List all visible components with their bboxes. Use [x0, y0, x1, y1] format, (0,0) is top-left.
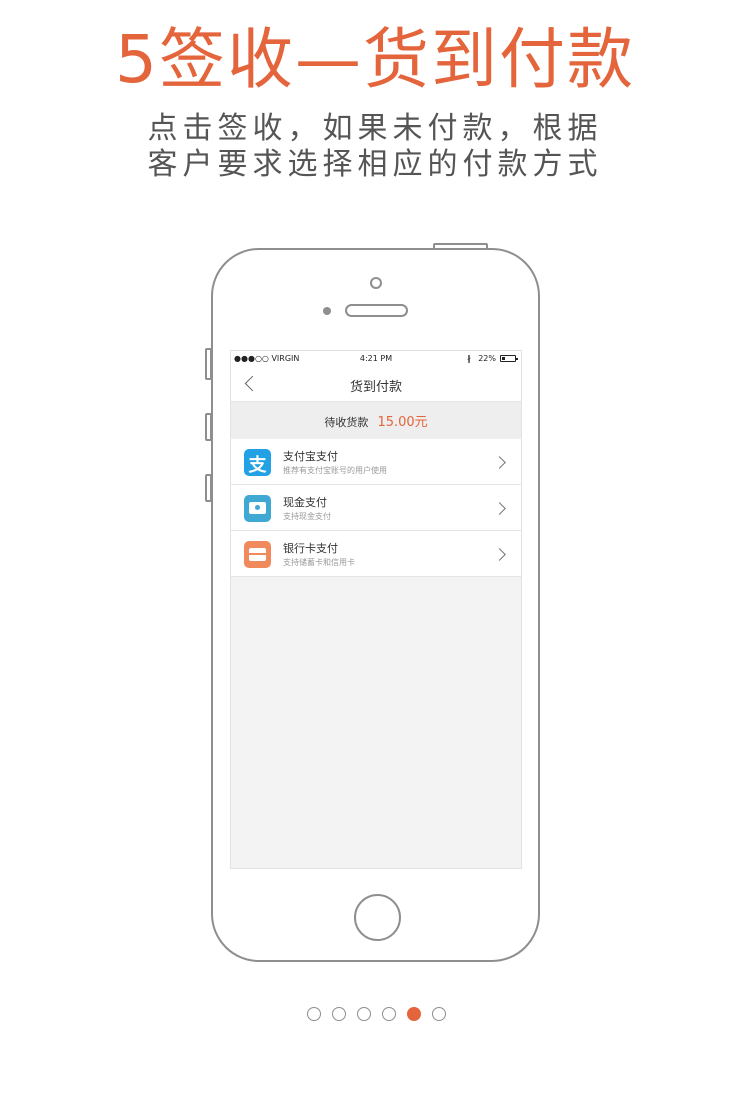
nav-title: 货到付款	[349, 380, 402, 395]
home-button	[354, 894, 401, 941]
battery-icon	[500, 355, 518, 362]
method-description: 支持现金支付	[283, 512, 331, 521]
chevron-right-icon	[493, 502, 506, 515]
payment-method-bank-card[interactable]: 银行卡支付 支持储蓄卡和信用卡	[231, 531, 521, 577]
alipay-icon: 支	[244, 449, 271, 476]
subtitle-line-1: 点击签收，如果未付款，根据	[147, 111, 603, 146]
bank-card-icon	[244, 541, 271, 568]
battery-percent: 22%	[478, 354, 496, 363]
amount-due-value: 15.00元	[377, 415, 428, 430]
front-camera	[370, 277, 382, 289]
earpiece-speaker	[345, 304, 408, 317]
amount-due-label: 待收货款	[324, 416, 369, 429]
chevron-right-icon	[493, 548, 506, 561]
page-dot-3[interactable]	[357, 1007, 371, 1021]
page-dot-1[interactable]	[307, 1007, 321, 1021]
payment-method-alipay[interactable]: 支 支付宝支付 推荐有支付宝账号的用户使用	[231, 439, 521, 485]
payment-method-list: 支 支付宝支付 推荐有支付宝账号的用户使用 现金支付 支持现金支付 银行卡支付 …	[231, 439, 521, 577]
guide-page: 5签收—货到付款 点击签收，如果未付款，根据 客户要求选择相应的付款方式 ●●●…	[0, 0, 750, 1110]
method-description: 支持储蓄卡和信用卡	[283, 558, 355, 567]
page-dot-2[interactable]	[332, 1007, 346, 1021]
proximity-sensor	[323, 307, 331, 315]
amount-due-bar: 待收货款 15.00元	[231, 402, 521, 439]
method-title: 支付宝支付	[283, 450, 338, 463]
bluetooth-icon: ∦	[467, 354, 471, 363]
nav-bar: 货到付款	[231, 367, 521, 402]
method-title: 银行卡支付	[283, 542, 338, 555]
cash-icon	[244, 495, 271, 522]
page-dot-4[interactable]	[382, 1007, 396, 1021]
page-dot-6[interactable]	[432, 1007, 446, 1021]
subtitle-line-2: 客户要求选择相应的付款方式	[147, 147, 603, 182]
phone-screen: ●●●○○ VIRGIN 4:21 PM ∦ 22% 货到付款 待收货款 15.…	[230, 350, 522, 869]
payment-method-cash[interactable]: 现金支付 支持现金支付	[231, 485, 521, 531]
method-title: 现金支付	[283, 496, 327, 509]
page-title: 5签收—货到付款	[115, 21, 635, 98]
status-bar: ●●●○○ VIRGIN 4:21 PM ∦ 22%	[231, 351, 521, 367]
method-description: 推荐有支付宝账号的用户使用	[283, 466, 387, 475]
chevron-right-icon	[493, 456, 506, 469]
page-dot-5-active[interactable]	[407, 1007, 421, 1021]
